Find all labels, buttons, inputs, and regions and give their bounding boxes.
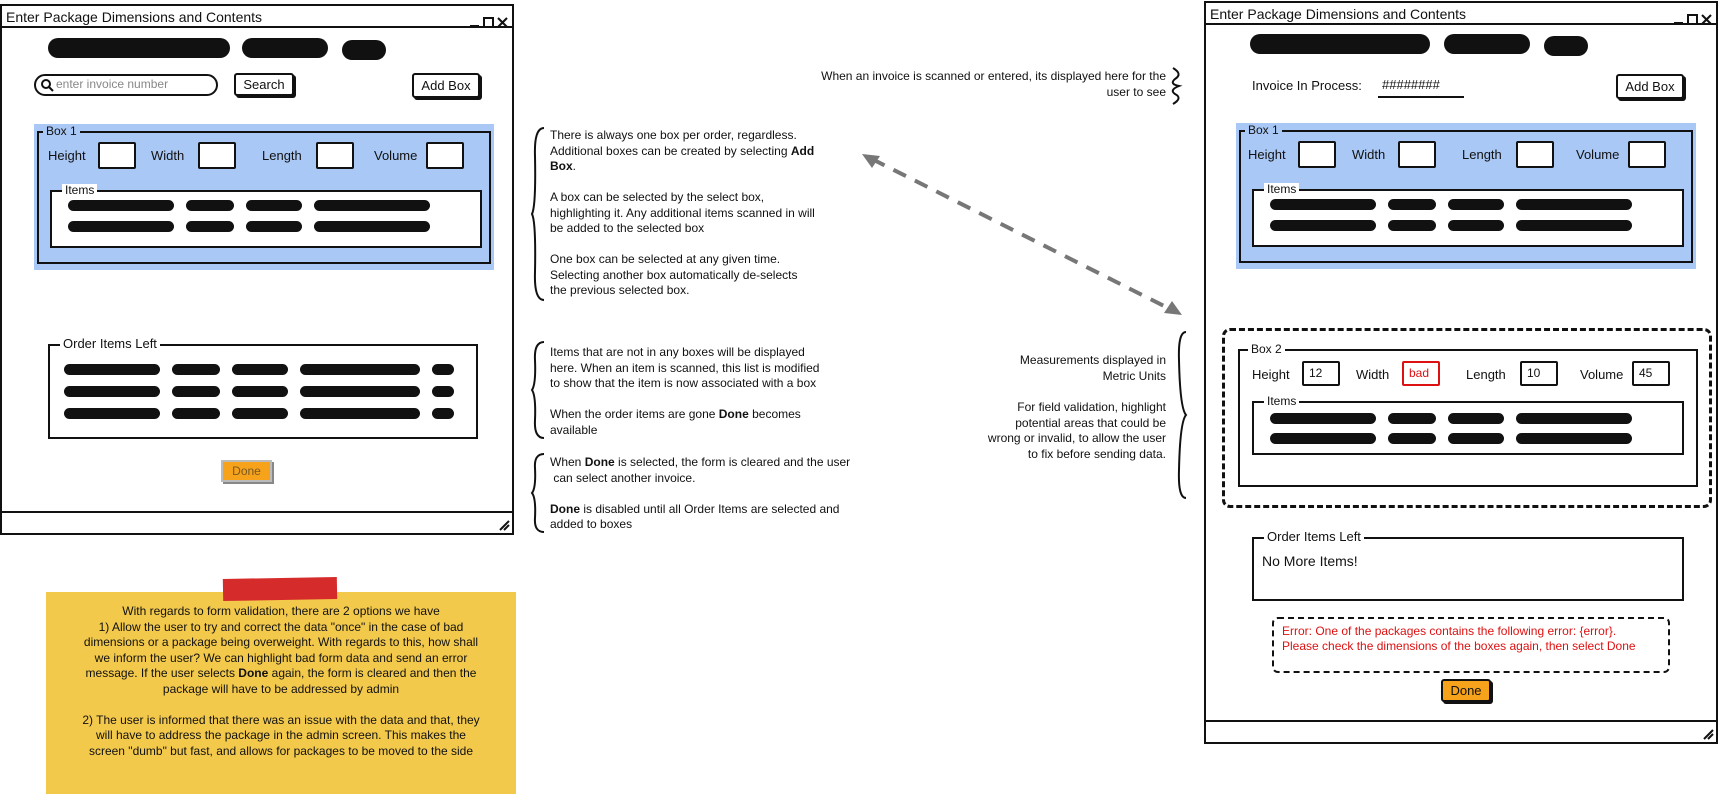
note-box-rules: There is always one box per order, regar… bbox=[550, 128, 815, 297]
height-label: Height bbox=[1248, 147, 1286, 162]
order-items-left-panel: Order Items Left No More Items! bbox=[1252, 530, 1684, 601]
error-message: Error: One of the packages contains the … bbox=[1272, 617, 1670, 673]
add-box-button[interactable]: Add Box bbox=[1616, 74, 1684, 99]
length-label: Length bbox=[262, 148, 302, 163]
width-label: Width bbox=[1356, 367, 1390, 382]
right-window: Enter Package Dimensions and Contents In… bbox=[1204, 1, 1718, 744]
annotation-squiggle-invoice bbox=[1171, 67, 1183, 105]
done-button[interactable]: Done bbox=[221, 460, 272, 482]
length-field[interactable] bbox=[316, 142, 354, 169]
length-label: Length bbox=[1462, 147, 1502, 162]
items-legend: Items bbox=[1264, 183, 1300, 196]
invoice-label: Invoice In Process: bbox=[1252, 78, 1362, 93]
height-field[interactable]: 12 bbox=[1302, 361, 1340, 386]
search-button[interactable]: Search bbox=[234, 73, 294, 96]
box-1-panel[interactable]: Box 1 Height Width Length Volume Items bbox=[34, 124, 494, 270]
order-items-left-panel: Order Items Left bbox=[48, 337, 478, 439]
length-field[interactable] bbox=[1516, 141, 1554, 168]
order-items-legend: Order Items Left bbox=[1264, 530, 1364, 543]
close-icon[interactable] bbox=[497, 12, 508, 28]
volume-label: Volume bbox=[374, 148, 418, 163]
height-field[interactable] bbox=[98, 142, 136, 169]
note-validation: For field validation, highlight potentia… bbox=[987, 400, 1166, 461]
maximize-icon[interactable] bbox=[483, 12, 494, 28]
box-2-panel[interactable]: Box 2 Height 12 Width bad Length 10 Volu… bbox=[1238, 343, 1698, 487]
right-window-titlebar: Enter Package Dimensions and Contents bbox=[1206, 3, 1716, 25]
height-label: Height bbox=[48, 148, 86, 163]
sticky-note: With regards to form validation, there a… bbox=[46, 592, 516, 794]
volume-field[interactable] bbox=[1628, 141, 1666, 168]
invoice-value: ######## bbox=[1378, 77, 1464, 98]
done-button[interactable]: Done bbox=[1441, 679, 1491, 702]
height-label: Height bbox=[1252, 367, 1290, 382]
note-invoice: When an invoice is scanned or entered, i… bbox=[821, 69, 1166, 99]
order-items-legend: Order Items Left bbox=[60, 337, 160, 350]
box-2-items: Items bbox=[1252, 395, 1684, 455]
width-field[interactable] bbox=[1398, 141, 1436, 168]
box-1-legend: Box 1 bbox=[1245, 124, 1282, 137]
items-legend: Items bbox=[62, 184, 98, 197]
resize-grip-icon[interactable] bbox=[498, 519, 510, 531]
left-window: Enter Package Dimensions and Contents en… bbox=[0, 4, 514, 535]
box-1-items: Items bbox=[1252, 183, 1684, 247]
left-window-title: Enter Package Dimensions and Contents bbox=[6, 9, 263, 25]
length-field[interactable]: 10 bbox=[1520, 361, 1558, 386]
right-window-title: Enter Package Dimensions and Contents bbox=[1210, 6, 1467, 22]
box-1-panel[interactable]: Box 1 Height Width Length Volume Items bbox=[1236, 123, 1696, 269]
sticky-tape bbox=[222, 577, 338, 601]
length-label: Length bbox=[1466, 367, 1506, 382]
search-placeholder: enter invoice number bbox=[56, 77, 169, 91]
resize-grip-icon[interactable] bbox=[1702, 728, 1714, 740]
search-input[interactable]: enter invoice number bbox=[34, 74, 218, 96]
annotation-brace-box bbox=[530, 127, 545, 301]
search-icon bbox=[41, 79, 54, 92]
annotation-brace-done bbox=[530, 453, 545, 533]
width-field-invalid[interactable]: bad bbox=[1402, 361, 1440, 386]
left-status-bar bbox=[2, 511, 512, 533]
box-1-legend: Box 1 bbox=[43, 125, 80, 138]
dashed-arrow bbox=[862, 154, 1182, 315]
width-label: Width bbox=[151, 148, 185, 163]
annotation-brace-box2 bbox=[1177, 331, 1188, 499]
note-metric: Measurements displayed in Metric Units bbox=[1019, 353, 1166, 383]
note-order-items: Items that are not in any boxes will be … bbox=[550, 345, 820, 437]
items-legend: Items bbox=[1264, 395, 1300, 408]
minimize-icon[interactable] bbox=[1673, 9, 1684, 24]
order-items-empty-text: No More Items! bbox=[1262, 553, 1358, 569]
width-field[interactable] bbox=[198, 142, 236, 169]
right-status-bar bbox=[1206, 720, 1716, 742]
minimize-icon[interactable] bbox=[469, 12, 480, 27]
note-done: When Done is selected, the form is clear… bbox=[550, 455, 851, 531]
close-icon[interactable] bbox=[1701, 9, 1712, 25]
maximize-icon[interactable] bbox=[1687, 9, 1698, 25]
volume-field[interactable] bbox=[426, 142, 464, 169]
annotation-brace-items bbox=[530, 341, 545, 439]
volume-label: Volume bbox=[1576, 147, 1620, 162]
height-field[interactable] bbox=[1298, 141, 1336, 168]
width-label: Width bbox=[1352, 147, 1386, 162]
box-2-legend: Box 2 bbox=[1248, 343, 1285, 356]
add-box-button[interactable]: Add Box bbox=[412, 73, 480, 98]
volume-label: Volume bbox=[1580, 367, 1624, 382]
volume-field[interactable]: 45 bbox=[1632, 361, 1670, 386]
left-window-titlebar: Enter Package Dimensions and Contents bbox=[2, 6, 512, 28]
box-1-items: Items bbox=[50, 184, 482, 248]
